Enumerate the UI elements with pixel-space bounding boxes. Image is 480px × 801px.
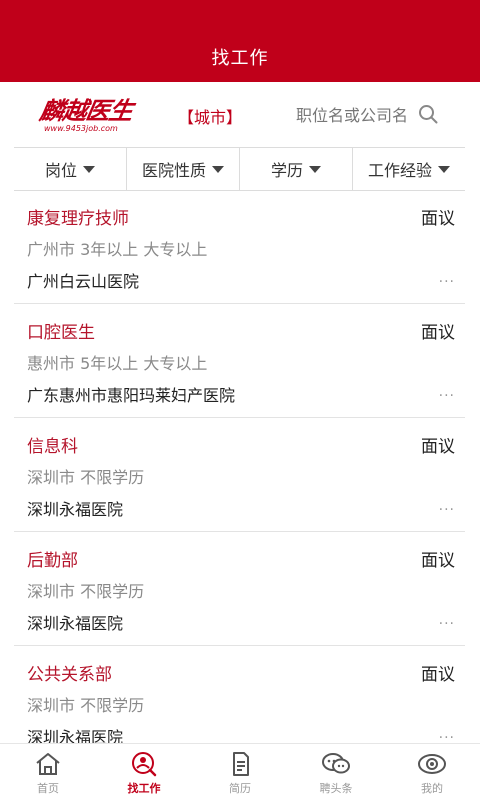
- job-title: 康复理疗技师: [27, 209, 129, 229]
- eye-icon: [418, 754, 446, 774]
- job-salary: 面议: [421, 551, 455, 571]
- job-item[interactable]: 口腔医生 面议 惠州市 5年以上 大专以上 广东惠州市惠阳玛莱妇产医院 ...: [14, 304, 465, 418]
- more-icon[interactable]: ...: [439, 384, 455, 400]
- job-item[interactable]: 康复理疗技师 面议 广州市 3年以上 大专以上 广州白云山医院 ...: [14, 190, 465, 304]
- filter-experience[interactable]: 工作经验: [352, 148, 465, 190]
- job-item[interactable]: 后勤部 面议 深圳市 不限学历 深圳永福医院 ...: [14, 532, 465, 646]
- job-salary: 面议: [421, 323, 455, 343]
- job-company: 深圳永福医院: [27, 614, 124, 633]
- tab-label: 首页: [37, 782, 59, 795]
- job-item[interactable]: 公共关系部 面议 深圳市 不限学历 深圳永福医院 ...: [14, 646, 465, 743]
- job-title: 信息科: [27, 437, 78, 457]
- tab-find-job[interactable]: 找工作: [96, 744, 192, 801]
- more-icon[interactable]: ...: [439, 270, 455, 286]
- tab-home[interactable]: 首页: [0, 744, 96, 801]
- tab-label: 简历: [229, 782, 251, 795]
- job-title: 公共关系部: [27, 665, 112, 685]
- filter-position[interactable]: 岗位: [14, 148, 126, 190]
- caret-down-icon: [438, 165, 450, 173]
- caret-down-icon: [212, 165, 224, 173]
- tab-mine[interactable]: 我的: [384, 744, 480, 801]
- job-salary: 面议: [421, 665, 455, 685]
- tab-headlines[interactable]: 聘头条: [288, 744, 384, 801]
- more-icon[interactable]: ...: [439, 612, 455, 628]
- filter-label: 岗位: [44, 161, 77, 180]
- job-meta: 广州市 3年以上 大专以上: [27, 240, 208, 259]
- job-list[interactable]: 康复理疗技师 面议 广州市 3年以上 大专以上 广州白云山医院 ... 口腔医生…: [14, 190, 465, 743]
- caret-down-icon: [309, 165, 321, 173]
- job-company: 深圳永福医院: [27, 728, 124, 743]
- filter-education[interactable]: 学历: [239, 148, 352, 190]
- tab-label: 聘头条: [319, 782, 353, 795]
- filter-bar: 岗位 医院性质 学历 工作经验: [14, 147, 465, 191]
- filter-label: 医院性质: [141, 161, 206, 180]
- logo-text: 麟越医生: [37, 96, 135, 125]
- brand-logo: 麟越医生 www.9453job.com: [37, 96, 150, 138]
- tab-resume[interactable]: 简历: [192, 744, 288, 801]
- brand-bar: 麟越医生 www.9453job.com 【城市】 职位名或公司名: [0, 82, 480, 147]
- job-title: 后勤部: [27, 551, 78, 571]
- job-company: 深圳永福医院: [27, 500, 124, 519]
- chat-icon: [322, 753, 350, 774]
- app-header: 找工作: [0, 0, 480, 82]
- filter-label: 学历: [270, 161, 303, 180]
- job-company: 广州白云山医院: [27, 272, 140, 291]
- job-company: 广东惠州市惠阳玛莱妇产医院: [27, 386, 236, 405]
- job-item[interactable]: 信息科 面议 深圳市 不限学历 深圳永福医院 ...: [14, 418, 465, 532]
- search-icon: [419, 105, 438, 124]
- search-placeholder: 职位名或公司名: [296, 106, 409, 125]
- filter-hospital-type[interactable]: 医院性质: [126, 148, 239, 190]
- search-person-icon: [132, 752, 157, 777]
- bottom-tab-bar: 首页 找工作 简历 聘头条 我的: [0, 743, 480, 801]
- filter-label: 工作经验: [367, 161, 432, 180]
- document-icon: [233, 752, 249, 776]
- search-box[interactable]: 职位名或公司名: [296, 102, 438, 126]
- city-selector[interactable]: 【城市】: [178, 104, 242, 128]
- tab-label: 找工作: [127, 782, 161, 795]
- job-meta: 深圳市 不限学历: [27, 696, 145, 715]
- more-icon[interactable]: ...: [439, 726, 455, 742]
- tab-label: 我的: [421, 782, 443, 795]
- job-salary: 面议: [421, 209, 455, 229]
- job-meta: 深圳市 不限学历: [27, 468, 145, 487]
- page-title: 找工作: [211, 48, 269, 69]
- job-meta: 深圳市 不限学历: [27, 582, 145, 601]
- job-meta: 惠州市 5年以上 大专以上: [27, 354, 208, 373]
- home-icon: [36, 753, 60, 775]
- logo-url: www.9453job.com: [44, 124, 118, 133]
- more-icon[interactable]: ...: [439, 498, 455, 514]
- job-salary: 面议: [421, 437, 455, 457]
- caret-down-icon: [83, 165, 95, 173]
- job-title: 口腔医生: [27, 323, 95, 343]
